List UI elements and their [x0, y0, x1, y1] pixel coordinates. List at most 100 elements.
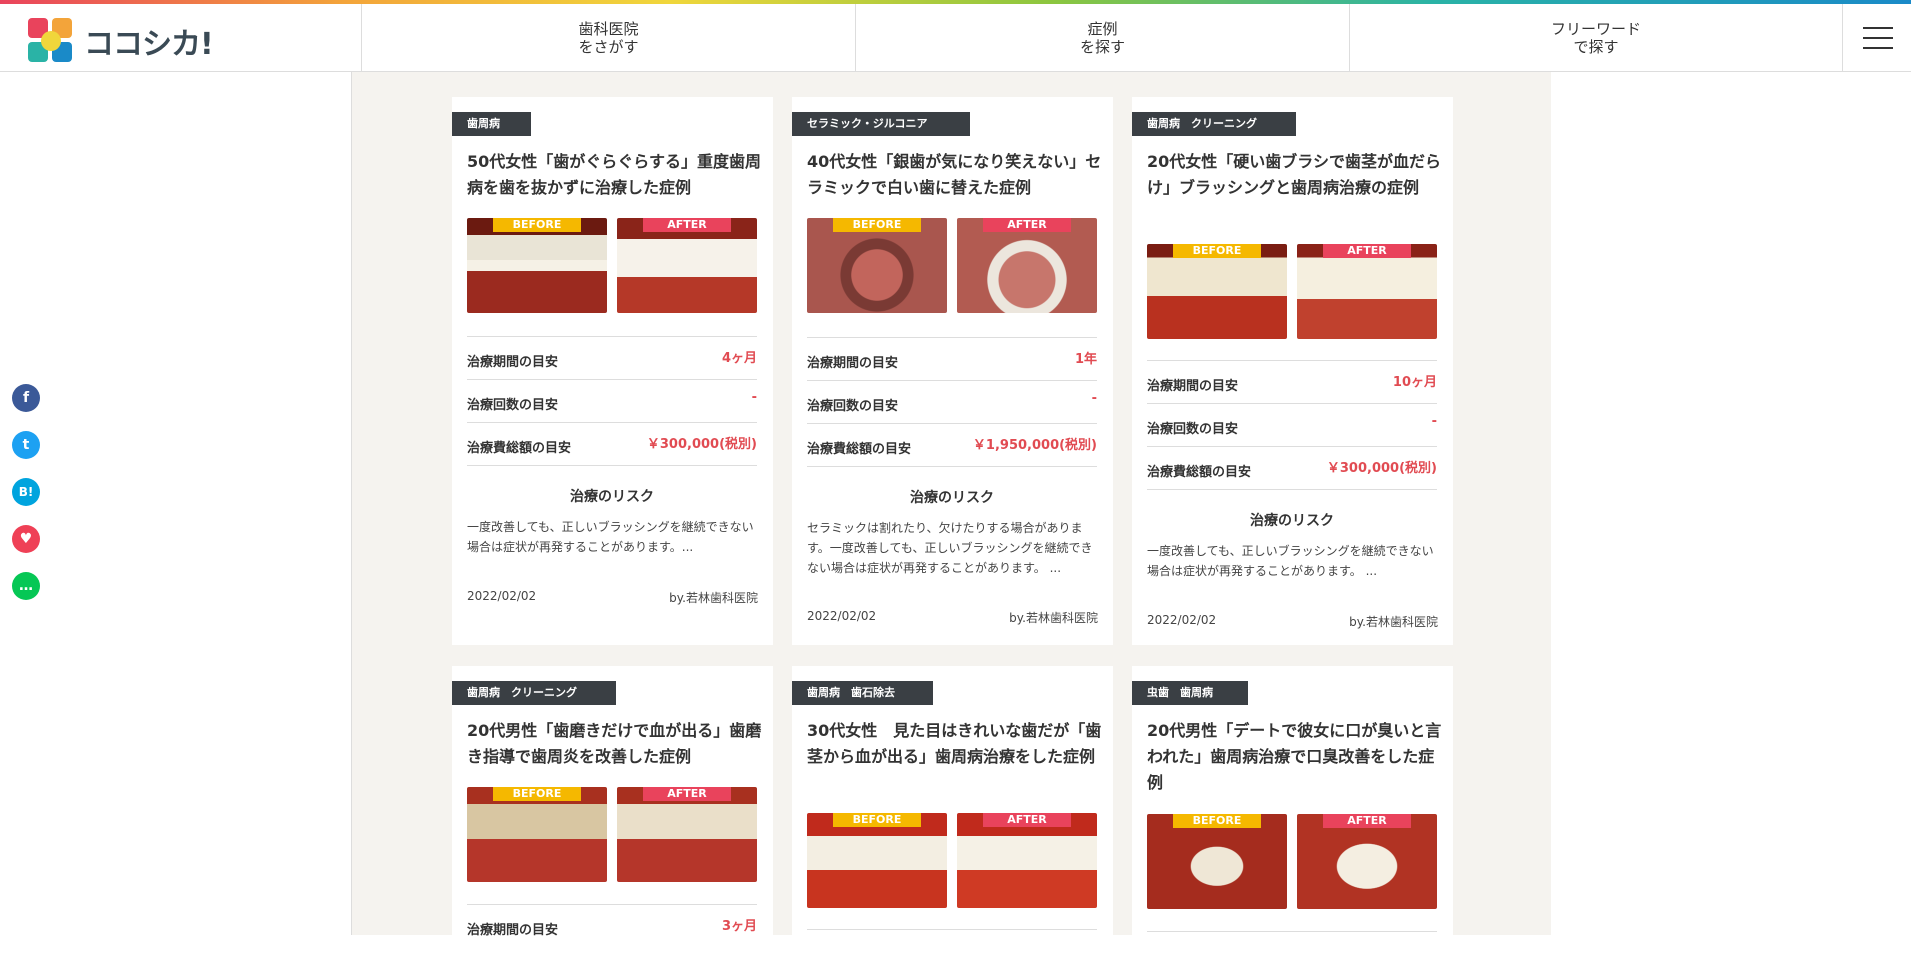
before-label: BEFORE [493, 787, 581, 801]
before-label: BEFORE [833, 813, 921, 827]
period-label: 治療期間の目安 [807, 356, 899, 371]
puzzle-logo-icon [28, 18, 74, 64]
after-label: AFTER [643, 787, 731, 801]
after-photo: AFTER [957, 813, 1097, 908]
before-photo: BEFORE [1147, 814, 1287, 909]
period-value: 3ヶ月 [721, 919, 757, 934]
period-row: 治療期間の目安 1年 [807, 337, 1097, 380]
nav-search-cases[interactable]: 症例 を探す [855, 4, 1349, 72]
cost-value: ￥300,000(税別) [646, 437, 757, 452]
count-row: 治療回数の目安 - [807, 380, 1097, 423]
cost-row: 治療費総額の目安 ￥300,000(税別) [467, 422, 757, 465]
line-glyph: … [19, 578, 33, 594]
count-value: - [1431, 414, 1437, 429]
case-card[interactable]: 歯周病 クリーニング 20代男性「歯磨きだけで血が出る」歯磨き指導で歯周炎を改善… [452, 666, 773, 938]
divider-row [1147, 931, 1437, 974]
period-value: 1年 [1074, 352, 1097, 367]
after-label: AFTER [1323, 244, 1411, 258]
period-row: 治療期間の目安 10ヶ月 [1147, 360, 1437, 403]
twitter-share-icon[interactable]: t [12, 431, 40, 459]
period-label: 治療期間の目安 [1147, 379, 1239, 394]
period-row: 治療期間の目安 4ヶ月 [467, 336, 757, 379]
cost-value: ￥300,000(税別) [1326, 461, 1437, 476]
after-photo: AFTER [617, 218, 757, 313]
count-label: 治療回数の目安 [1147, 422, 1239, 437]
period-value: 4ヶ月 [721, 351, 757, 366]
divider-row [807, 929, 1097, 972]
cost-row: 治療費総額の目安 ￥1,950,000(税別) [807, 423, 1097, 466]
line-share-icon[interactable]: … [12, 572, 40, 600]
pocket-save-icon[interactable]: ♥ [12, 525, 40, 553]
clinic-name[interactable]: by.若林歯科医院 [1349, 613, 1438, 630]
cost-label: 治療費総額の目安 [467, 441, 572, 456]
count-label: 治療回数の目安 [467, 398, 559, 413]
count-label: 治療回数の目安 [807, 399, 899, 414]
after-photo: AFTER [1297, 814, 1437, 909]
hatena-glyph: B! [18, 485, 34, 499]
before-label: BEFORE [1173, 814, 1261, 828]
case-title[interactable]: 20代男性「デートで彼女に口が臭いと言われた」歯周病治療で口臭改善をした症例 [1147, 718, 1442, 796]
risk-text: 一度改善しても、正しいブラッシングを継続できない場合は症状が再発することがありま… [467, 520, 754, 554]
nav-label-line1: フリーワード [1550, 20, 1641, 38]
case-title[interactable]: 20代女性「硬い歯ブラシで歯茎が血だらけ」ブラッシングと歯周病治療の症例 [1147, 149, 1442, 201]
category-tag: 歯周病 歯石除去 [792, 681, 933, 705]
case-title[interactable]: 40代女性「銀歯が気になり笑えない」セラミックで白い歯に替えた症例 [807, 149, 1102, 201]
case-title[interactable]: 20代男性「歯磨きだけで血が出る」歯磨き指導で歯周炎を改善した症例 [467, 718, 762, 770]
before-photo: BEFORE [1147, 244, 1287, 339]
after-photo: AFTER [617, 787, 757, 882]
nav-label-line2: をさがす [578, 38, 639, 56]
before-label: BEFORE [493, 218, 581, 232]
nav-label-line1: 症例 [1087, 20, 1118, 38]
post-date: 2022/02/02 [1147, 613, 1217, 627]
facebook-share-icon[interactable]: f [12, 384, 40, 412]
case-card[interactable]: 歯周病 50代女性「歯がぐらぐらする」重度歯周病を歯を抜かずに治療した症例 BE… [452, 97, 773, 645]
hamburger-menu-icon[interactable] [1842, 4, 1911, 72]
risk-heading: 治療のリスク [467, 465, 757, 506]
period-label: 治療期間の目安 [467, 923, 559, 938]
hatena-bookmark-icon[interactable]: B! [12, 478, 40, 506]
before-photo: BEFORE [467, 787, 607, 882]
cost-row: 治療費総額の目安 ￥300,000(税別) [1147, 446, 1437, 489]
clinic-name[interactable]: by.若林歯科医院 [669, 589, 758, 606]
category-tag: 歯周病 クリーニング [1132, 112, 1296, 136]
case-card[interactable]: セラミック・ジルコニア 40代女性「銀歯が気になり笑えない」セラミックで白い歯に… [792, 97, 1113, 645]
case-card[interactable]: 歯周病 クリーニング 20代女性「硬い歯ブラシで歯茎が血だらけ」ブラッシングと歯… [1132, 97, 1453, 645]
before-photo: BEFORE [807, 218, 947, 313]
risk-heading: 治療のリスク [807, 466, 1097, 507]
nav-search-clinic[interactable]: 歯科医院 をさがす [361, 4, 855, 72]
after-photo: AFTER [1297, 244, 1437, 339]
risk-text: 一度改善しても、正しいブラッシングを継続できない場合は症状が再発することがありま… [1147, 544, 1434, 578]
before-photo: BEFORE [467, 218, 607, 313]
logo-text: ココシカ! [84, 27, 214, 62]
cost-label: 治療費総額の目安 [1147, 465, 1252, 480]
case-card[interactable]: 歯周病 歯石除去 30代女性 見た目はきれいな歯だが「歯茎から血が出る」歯周病治… [792, 666, 1113, 935]
after-label: AFTER [1323, 814, 1411, 828]
after-label: AFTER [983, 218, 1071, 232]
before-photo: BEFORE [807, 813, 947, 908]
before-label: BEFORE [1173, 244, 1261, 258]
after-photo: AFTER [957, 218, 1097, 313]
category-tag: 歯周病 [452, 112, 531, 136]
pocket-glyph: ♥ [19, 531, 33, 547]
post-date: 2022/02/02 [807, 609, 877, 623]
nav-label-line2: で探す [1573, 38, 1619, 56]
count-value: - [1091, 391, 1097, 406]
case-title[interactable]: 30代女性 見た目はきれいな歯だが「歯茎から血が出る」歯周病治療をした症例 [807, 718, 1102, 770]
twitter-glyph: t [22, 437, 30, 453]
clinic-name[interactable]: by.若林歯科医院 [1009, 609, 1098, 626]
count-row: 治療回数の目安 - [467, 379, 757, 422]
risk-text: セラミックは割れたり、欠けたりする場合があります。一度改善しても、正しいブラッシ… [807, 521, 1093, 575]
category-tag: セラミック・ジルコニア [792, 112, 970, 136]
period-value: 10ヶ月 [1392, 375, 1437, 390]
case-card[interactable]: 虫歯 歯周病 20代男性「デートで彼女に口が臭いと言われた」歯周病治療で口臭改善… [1132, 666, 1453, 935]
post-date: 2022/02/02 [467, 589, 537, 603]
case-title[interactable]: 50代女性「歯がぐらぐらする」重度歯周病を歯を抜かずに治療した症例 [467, 149, 762, 201]
site-logo[interactable]: ココシカ! [28, 17, 238, 65]
before-label: BEFORE [833, 218, 921, 232]
nav-freeword-search[interactable]: フリーワード で探す [1349, 4, 1842, 72]
after-label: AFTER [983, 813, 1071, 827]
count-row: 治療回数の目安 - [1147, 403, 1437, 446]
category-tag: 歯周病 クリーニング [452, 681, 616, 705]
nav-label-line2: を探す [1079, 38, 1125, 56]
count-value: - [751, 390, 757, 405]
